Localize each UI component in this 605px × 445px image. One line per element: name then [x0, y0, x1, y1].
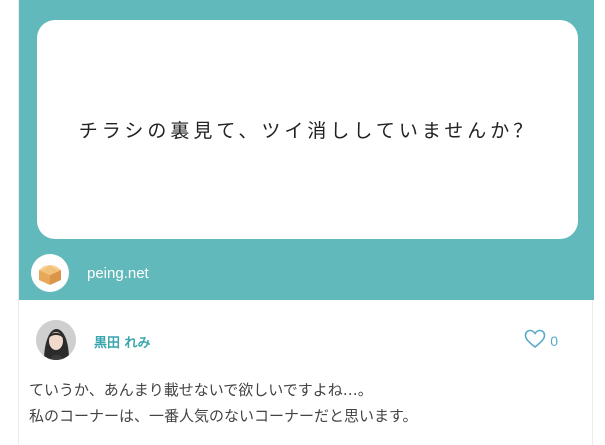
- question-text: チラシの裏見て、ツイ消ししていませんか？: [78, 120, 537, 142]
- answer-line-2: 私のコーナーは、一番人気のないコーナーだと思います。: [29, 407, 418, 425]
- author-row: 黒田 れみ 0: [36, 320, 576, 364]
- answer-card: チラシの裏見て、ツイ消ししていませんか？ peing.net 黒田 れみ 0 て…: [18, 0, 594, 445]
- box-icon: [31, 254, 69, 292]
- avatar-icon[interactable]: [36, 320, 76, 360]
- source-row: peing.net: [31, 253, 149, 293]
- source-label[interactable]: peing.net: [87, 265, 149, 282]
- like-button[interactable]: 0: [524, 329, 558, 353]
- page: チラシの裏見て、ツイ消ししていませんか？ peing.net 黒田 れみ 0 て…: [0, 0, 605, 445]
- answer-line-1: ていうか、あんまり載せないで欲しいですよね…。: [29, 381, 373, 399]
- heart-icon[interactable]: [524, 329, 546, 353]
- question-box: チラシの裏見て、ツイ消ししていませんか？: [37, 20, 578, 239]
- answer-text: ていうか、あんまり載せないで欲しいですよね…。 私のコーナーは、一番人気のないコ…: [29, 377, 584, 429]
- question-panel: チラシの裏見て、ツイ消ししていませんか？ peing.net: [19, 0, 594, 300]
- like-count: 0: [550, 333, 558, 349]
- author-name[interactable]: 黒田 れみ: [94, 332, 151, 351]
